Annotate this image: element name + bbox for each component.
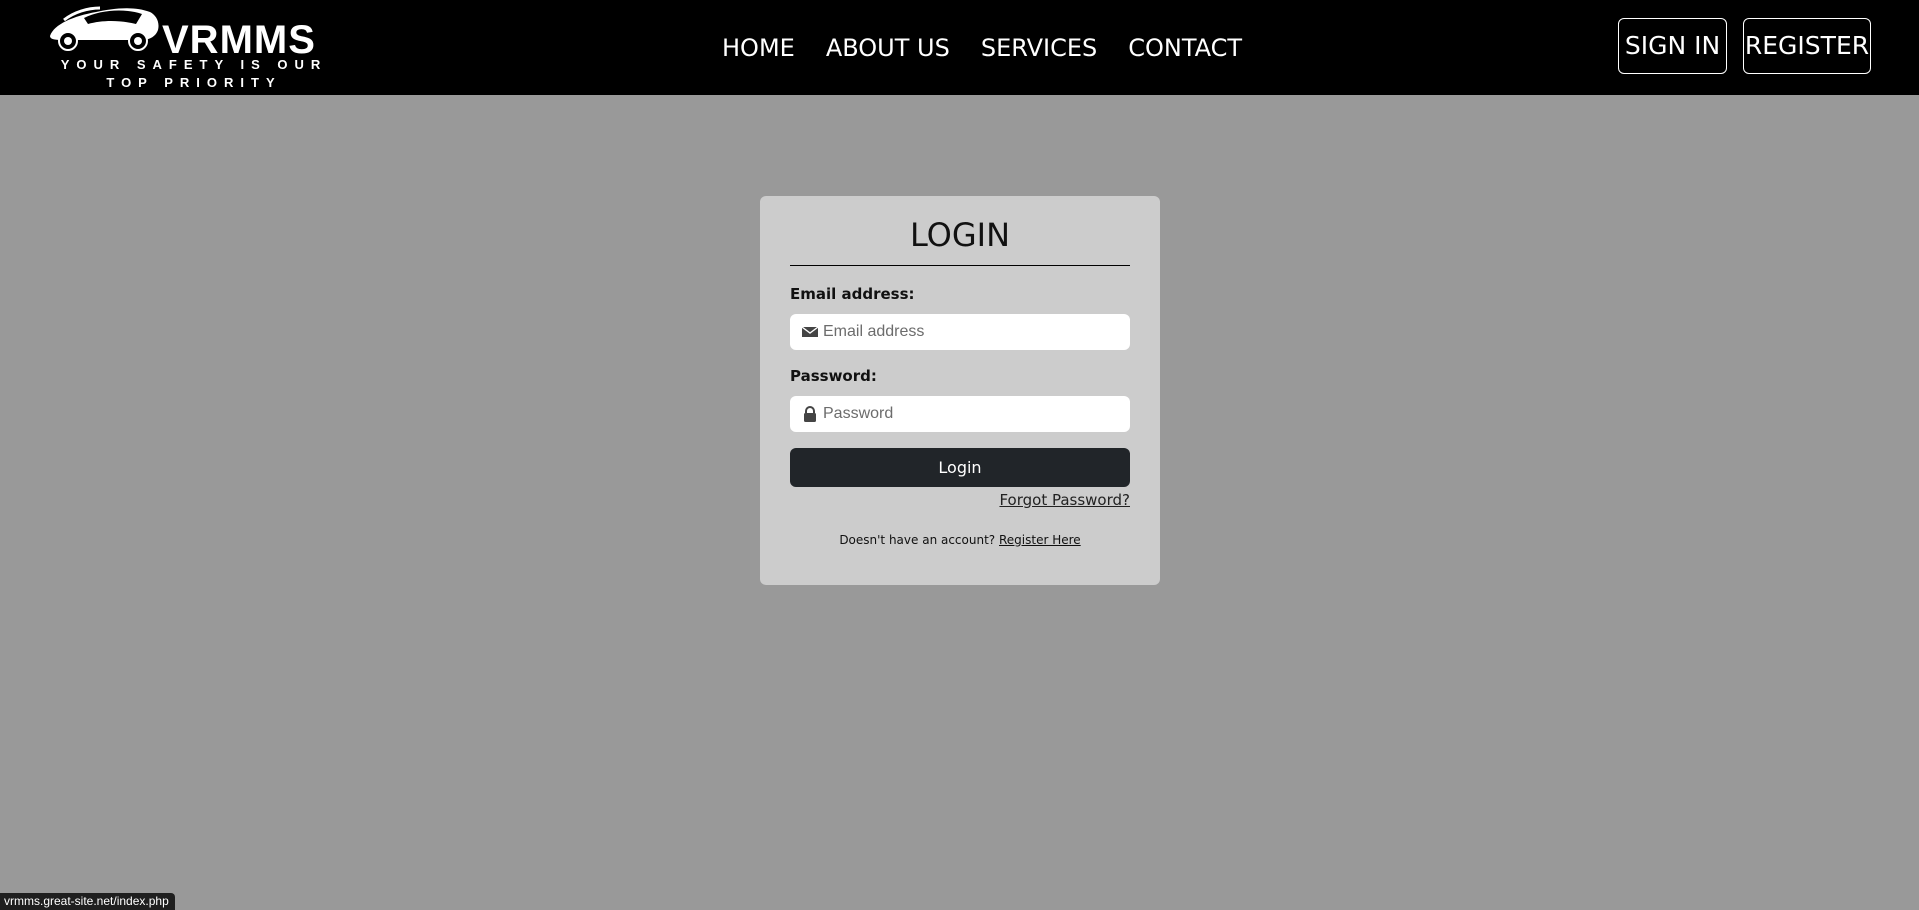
main-nav: HOME ABOUT US SERVICES CONTACT (722, 28, 1242, 68)
login-title: LOGIN (909, 216, 1011, 254)
login-card: LOGIN Email address: Password: Login For… (760, 196, 1160, 585)
forgot-password-link[interactable]: Forgot Password? (790, 490, 1130, 510)
brand-name: VRMMS (162, 18, 316, 62)
lock-icon (802, 406, 818, 422)
register-here-link[interactable]: Register Here (999, 533, 1081, 547)
password-input[interactable] (823, 405, 1123, 423)
title-divider (790, 265, 1130, 266)
site-logo[interactable]: VRMMS YOUR SAFETY IS OUR TOP PRIORITY (44, 2, 354, 90)
register-prompt: Doesn't have an account? Register Here (790, 532, 1130, 548)
nav-about-us[interactable]: ABOUT US (826, 28, 950, 68)
brand-tagline: YOUR SAFETY IS OUR TOP PRIORITY (60, 57, 328, 90)
envelope-icon (802, 324, 818, 340)
nav-home[interactable]: HOME (722, 28, 795, 68)
register-button[interactable]: REGISTER (1743, 18, 1871, 74)
password-field-wrapper (790, 396, 1130, 432)
status-bar-url: vrmms.great-site.net/index.php (0, 893, 175, 910)
no-account-text: Doesn't have an account? (839, 533, 996, 547)
navbar: VRMMS YOUR SAFETY IS OUR TOP PRIORITY HO… (0, 0, 1919, 95)
nav-contact[interactable]: CONTACT (1128, 28, 1242, 68)
car-logo-icon (50, 6, 159, 51)
sign-in-button[interactable]: SIGN IN (1618, 18, 1727, 74)
password-label: Password: (790, 367, 877, 385)
login-button[interactable]: Login (790, 448, 1130, 487)
email-label: Email address: (790, 285, 915, 303)
email-field-wrapper (790, 314, 1130, 350)
email-input[interactable] (823, 323, 1123, 341)
nav-services[interactable]: SERVICES (981, 28, 1097, 68)
